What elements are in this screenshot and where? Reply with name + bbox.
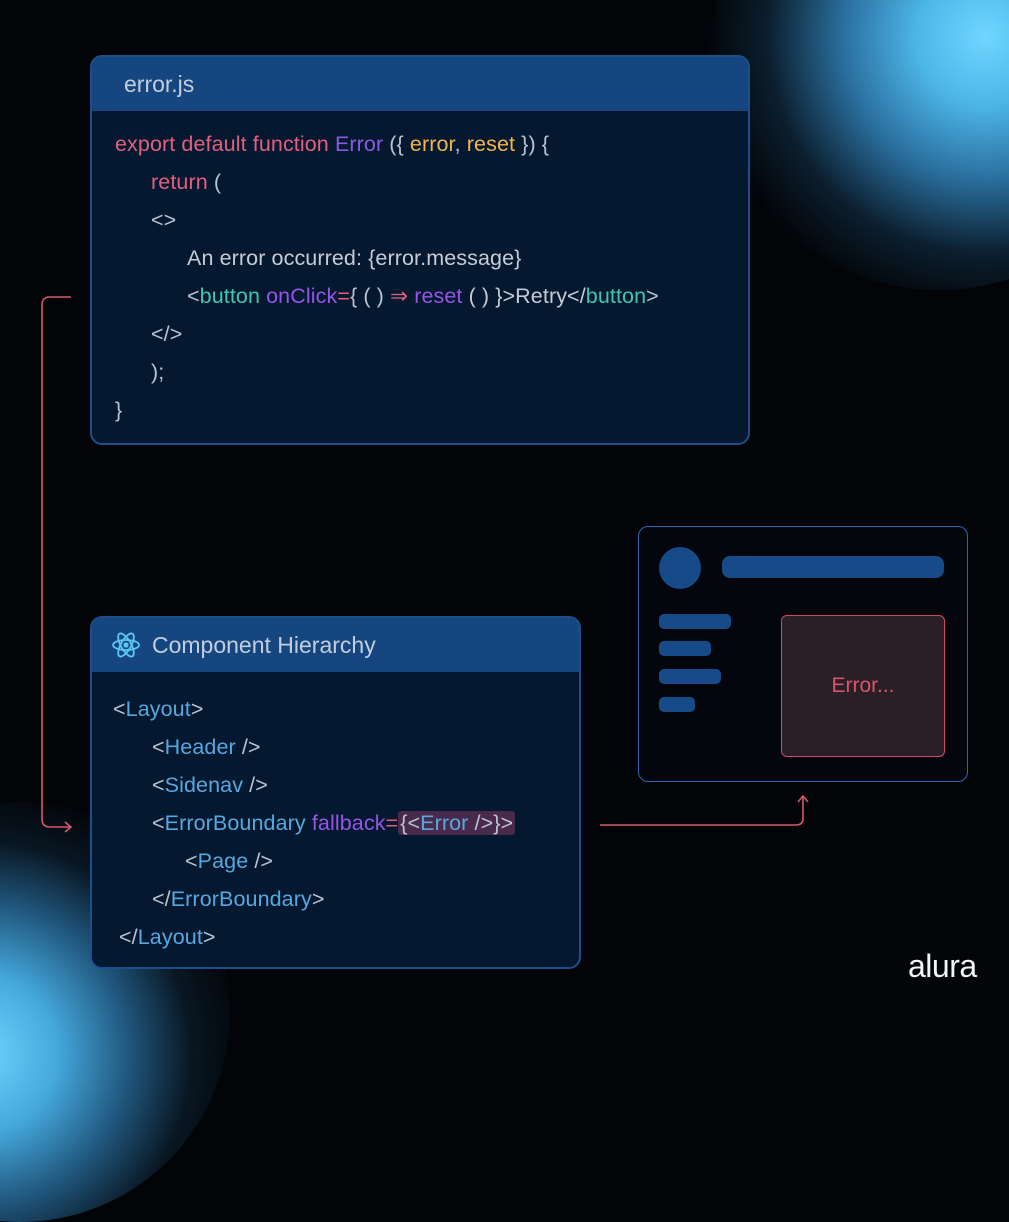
code-line: </Layout>: [119, 925, 216, 949]
code-line: <Header />: [152, 735, 261, 759]
mockup-sidebar-item: [659, 669, 721, 684]
component-hierarchy-header: Component Hierarchy: [92, 618, 579, 672]
mockup-sidebar-item: [659, 641, 711, 656]
file-name: error.js: [124, 70, 195, 97]
react-icon: [112, 632, 140, 658]
code-line: export default function Error ({ error, …: [115, 132, 550, 156]
arrow-error-to-hierarchy: [41, 296, 71, 828]
error-js-panel: error.js export default function Error (…: [90, 55, 750, 445]
code-line: An error occurred: {error.message}: [187, 246, 522, 270]
code-line: <Layout>: [113, 697, 204, 721]
code-line: return (: [151, 170, 222, 194]
ui-mockup: Error...: [638, 526, 968, 782]
code-line: <Sidenav />: [152, 773, 268, 797]
arrow-fallback-to-mockup: [600, 797, 804, 826]
code-line: <button onClick={ ( ) ⇒ reset ( ) }>Retr…: [187, 284, 659, 308]
panel-title: Component Hierarchy: [152, 631, 376, 658]
component-hierarchy-panel: Component Hierarchy <Layout> <Header /> …: [90, 616, 581, 969]
code-line: </ErrorBoundary>: [152, 887, 325, 911]
mockup-avatar: [659, 547, 701, 589]
fallback-highlight: {<Error />}>: [398, 811, 516, 835]
mockup-header-bar: [722, 556, 944, 578]
mockup-error-box: Error...: [781, 615, 945, 757]
code-line: </>: [151, 322, 183, 346]
error-text: Error...: [831, 674, 895, 697]
error-js-header: error.js: [92, 57, 748, 111]
code-line: <>: [151, 208, 177, 232]
mockup-sidebar-item: [659, 697, 695, 712]
alura-logo: alura: [908, 948, 977, 984]
code-line: <ErrorBoundary fallback={<Error />}>: [152, 811, 516, 835]
mockup-sidebar-item: [659, 614, 731, 629]
code-line: <Page />: [185, 849, 274, 873]
code-line: );: [151, 360, 165, 384]
code-line: }: [115, 398, 123, 422]
